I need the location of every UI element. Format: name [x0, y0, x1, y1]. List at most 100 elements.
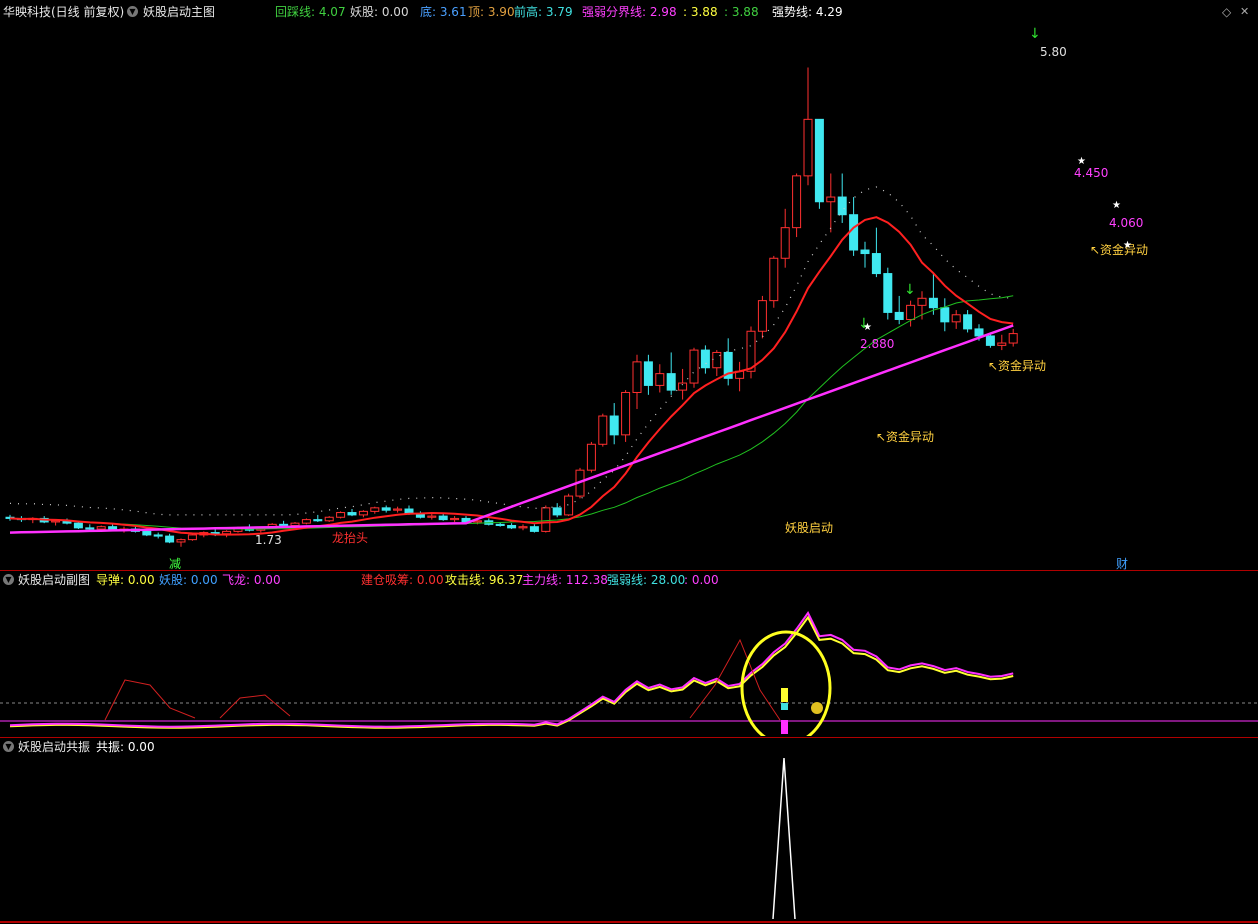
candle — [142, 530, 152, 536]
candle — [176, 539, 186, 543]
sub1-chart-name[interactable]: 妖股启动副图 — [18, 571, 90, 589]
sub2-chart-name[interactable]: 妖股启动共振 — [18, 738, 90, 756]
stock-title[interactable]: 华映科技(日线 前复权) — [3, 3, 124, 21]
legend-item: 底: 3.61 — [420, 5, 467, 19]
candle — [632, 361, 642, 393]
candle — [769, 257, 779, 302]
ma-magenta-line — [9, 324, 1014, 534]
accumulation-line — [219, 694, 291, 719]
fund-signal-label: ↖资金异动 — [1090, 242, 1148, 257]
star-icon: ★ — [1123, 240, 1132, 251]
candle — [917, 297, 927, 306]
chevron-down-icon: ▼ — [3, 574, 14, 585]
candle — [165, 535, 175, 543]
signal-bar — [781, 688, 788, 702]
star-icon: ★ — [1112, 200, 1121, 211]
candle — [609, 415, 619, 436]
candle — [700, 349, 710, 369]
candle — [222, 530, 232, 535]
legend-item: 主力线: 112.38 — [522, 573, 608, 587]
candle — [940, 307, 950, 323]
legend-item: 攻击线: 96.37 — [445, 573, 524, 587]
attack-line — [9, 615, 1014, 729]
candle — [814, 118, 824, 203]
candle — [871, 253, 881, 275]
main-chart-name[interactable]: 妖股启动主图 — [143, 3, 215, 21]
candle — [564, 495, 574, 516]
candle — [974, 328, 984, 337]
money-bag-icon — [811, 702, 823, 714]
legend-item: 导弹: 0.00 — [96, 573, 155, 587]
sub1-header: ▼ 妖股启动副图 导弹: 0.00 妖股: 0.00 飞龙: 0.00 建仓吸筹… — [0, 571, 1258, 589]
candle — [313, 519, 323, 522]
candle — [347, 512, 357, 516]
candle — [712, 351, 722, 369]
legend-item: 强势线: 4.29 — [772, 5, 843, 19]
ma-red-line — [9, 216, 1014, 536]
candle — [951, 314, 961, 323]
signal-bar — [781, 703, 788, 710]
legend-item: 建仓吸筹: 0.00 — [361, 573, 444, 587]
candle — [678, 382, 688, 391]
legend-item: 飞龙: 0.00 — [222, 573, 281, 587]
legend-item: 顶: 3.90 — [468, 5, 515, 19]
legend-item: : 3.88 — [683, 5, 718, 19]
price-label: 2.880 — [860, 337, 894, 351]
legend-item: : 0.00 — [684, 573, 719, 587]
candle — [883, 273, 893, 313]
fund-signal-label: ↖资金异动 — [876, 429, 934, 444]
candle — [507, 525, 517, 529]
candle — [552, 507, 562, 516]
diamond-icon[interactable]: ◇ — [1222, 3, 1231, 21]
candle — [780, 227, 790, 259]
legend-item: 妖股: 0.00 — [159, 573, 218, 587]
candle — [598, 415, 608, 445]
candle — [997, 342, 1007, 346]
candle — [187, 534, 197, 541]
candle — [643, 361, 653, 386]
candle — [290, 522, 300, 527]
candle — [621, 391, 631, 436]
close-icon[interactable]: ✕ — [1240, 3, 1249, 21]
star-icon: ★ — [1077, 156, 1086, 167]
sub2-chart-svg[interactable] — [0, 755, 1258, 921]
candle — [689, 349, 699, 384]
legend-item: 强弱分界线: 2.98 — [582, 5, 677, 19]
sub2-header: ▼ 妖股启动共振 共振: 0.00 — [0, 738, 1258, 756]
chevron-down-icon: ▼ — [3, 741, 14, 752]
candle — [792, 175, 802, 229]
candle — [518, 526, 528, 529]
candle — [837, 196, 847, 216]
low-price-label: 1.73 — [255, 533, 282, 547]
peak-price-label: 5.80 — [1040, 45, 1067, 59]
candle — [370, 507, 380, 512]
dragon-signal-label: 龙抬头 — [332, 531, 368, 545]
candle — [381, 507, 391, 511]
main-header: 华映科技(日线 前复权) ▼ 妖股启动主图 回踩线: 4.07 妖股: 0.00… — [0, 3, 1258, 21]
candle — [393, 508, 403, 511]
candle — [655, 373, 665, 386]
candle — [324, 516, 334, 522]
candle — [849, 214, 859, 251]
main-chart-svg[interactable]: 5.80 4.450 4.060 2.880 1.73 ↖资金异动 ↖资金异动 ↖资金异动龙抬… — [0, 22, 1258, 570]
candle — [153, 534, 163, 537]
price-label: 4.450 — [1074, 166, 1108, 180]
candle — [906, 304, 916, 320]
candle — [803, 118, 813, 177]
resonance-spike — [772, 757, 796, 920]
legend-item: 前高: 3.79 — [514, 5, 573, 19]
legend-item: 共振: 0.00 — [96, 740, 155, 754]
candle — [666, 373, 676, 391]
candle — [336, 512, 346, 518]
candle — [928, 297, 938, 309]
candle — [73, 522, 83, 529]
candle — [529, 526, 539, 532]
candle — [985, 335, 995, 346]
legend-item: 强弱线: 28.00 — [607, 573, 686, 587]
sub1-chart-svg[interactable] — [0, 590, 1258, 736]
accumulation-line — [689, 638, 781, 721]
candle — [757, 300, 767, 332]
candle — [586, 443, 596, 471]
down-arrow-icon: ↓ — [904, 282, 916, 298]
legend-item: 妖股: 0.00 — [350, 5, 409, 19]
